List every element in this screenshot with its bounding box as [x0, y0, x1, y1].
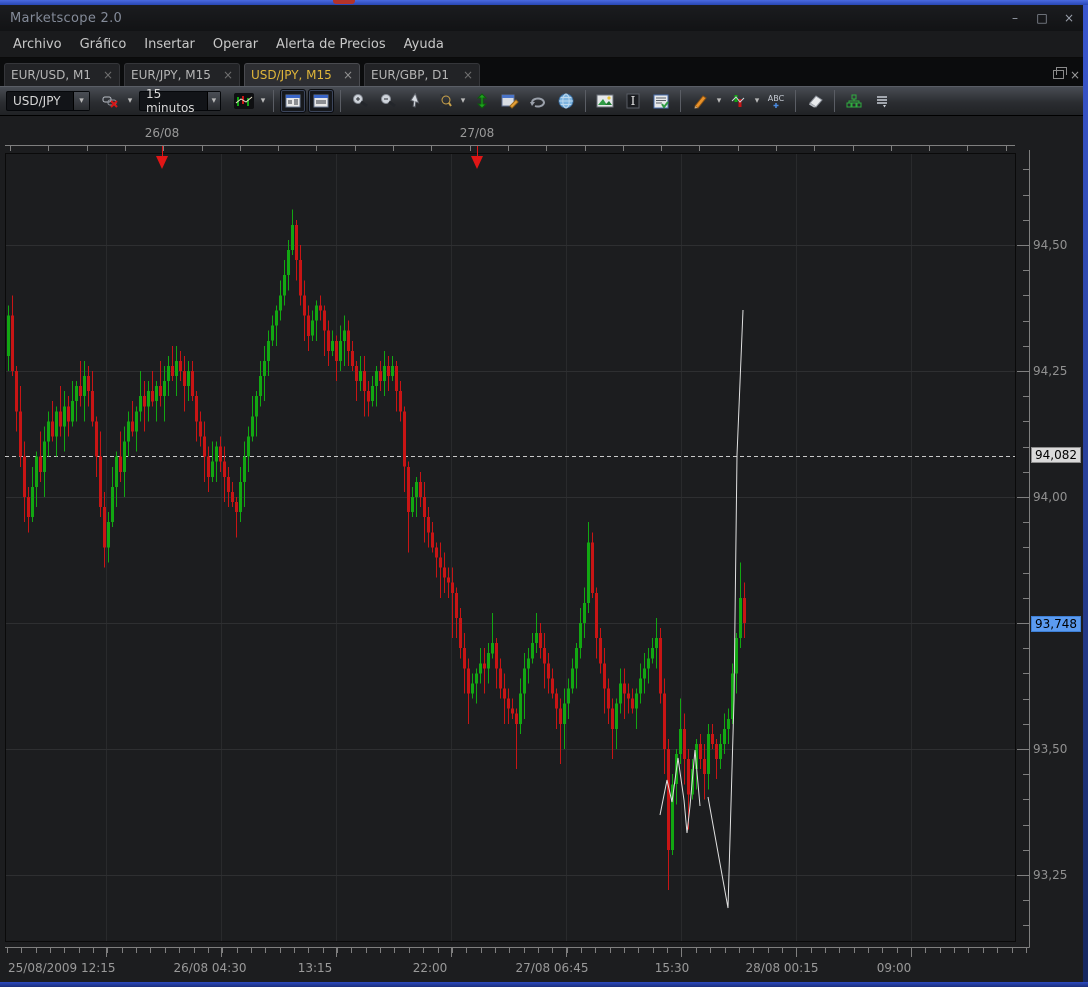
x-axis-label: 15:30 [654, 961, 690, 975]
window-border-top [0, 0, 1088, 5]
background-notch [333, 0, 355, 4]
x-axis-label: 25/08/2009 12:15 [8, 961, 116, 975]
app-window: Marketscope 2.0 – □ × Archivo Gráfico In… [0, 0, 1088, 987]
window-border-right [1083, 0, 1088, 987]
x-axis-label: 09:00 [876, 961, 912, 975]
x-axis-label: 26/08 04:30 [173, 961, 247, 975]
window-border-bottom [0, 982, 1088, 987]
y-axis-label: 93,25 [1033, 868, 1068, 882]
x-axis-label: 13:15 [297, 961, 333, 975]
y-axis-label: 94,25 [1033, 364, 1068, 378]
average-price-badge: 94,082 [1031, 447, 1081, 463]
candles [7, 209, 746, 891]
candlestick-chart[interactable] [0, 0, 1083, 987]
x-axis-label: 22:00 [412, 961, 448, 975]
y-axis-label: 93,50 [1033, 742, 1068, 756]
day-marker-arrow-icon [471, 156, 483, 169]
day-marker-label: 27/08 [459, 126, 495, 140]
current-price-badge: 93,748 [1031, 616, 1081, 632]
y-axis-label: 94,00 [1033, 490, 1068, 504]
x-axis-label: 28/08 00:15 [745, 961, 819, 975]
x-axis-label: 27/08 06:45 [515, 961, 589, 975]
day-marker-arrow-icon [156, 156, 168, 169]
drawn-line[interactable] [707, 309, 744, 909]
y-axis-label: 94,50 [1033, 238, 1068, 252]
day-marker-label: 26/08 [144, 126, 180, 140]
